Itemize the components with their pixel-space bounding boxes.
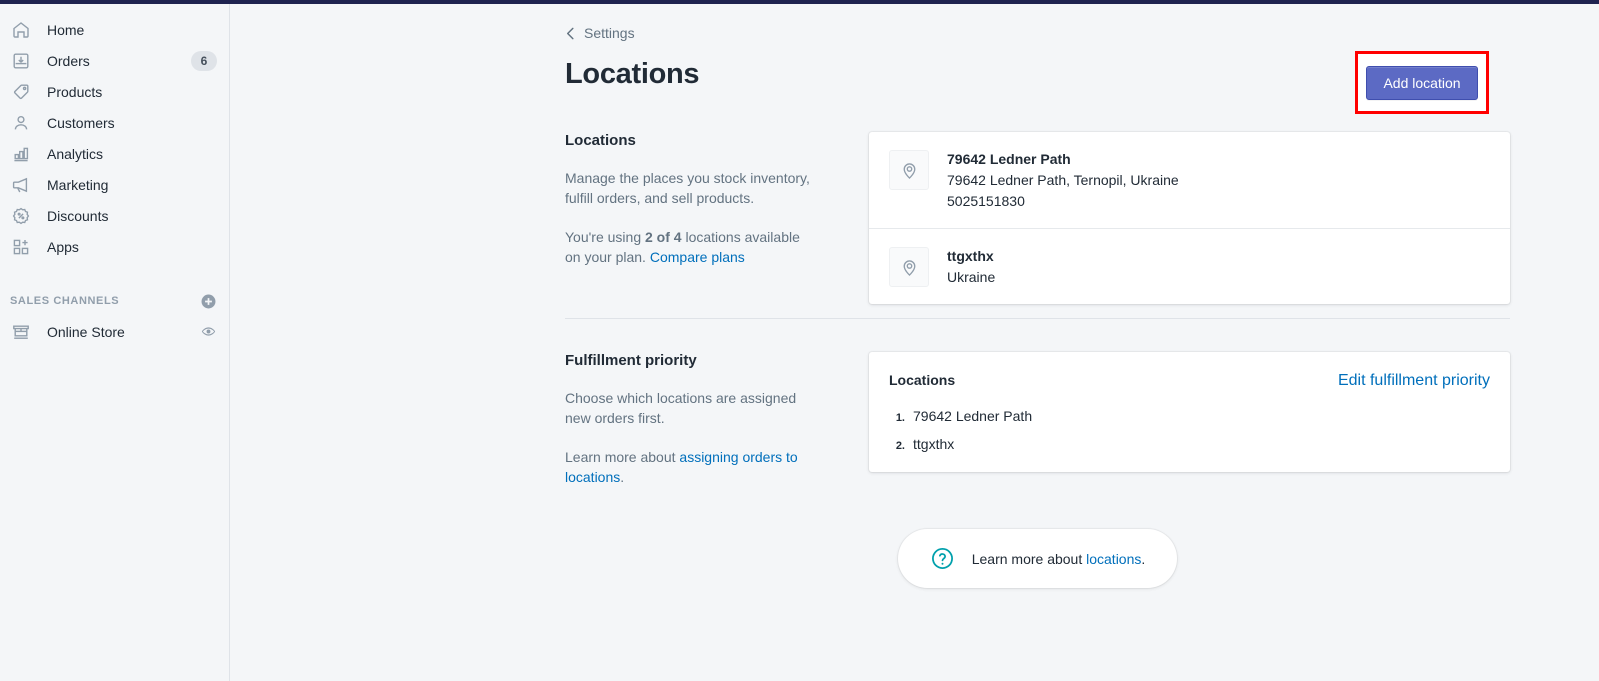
fulfillment-learn-more: Learn more about assigning orders to loc… xyxy=(565,447,813,488)
location-address: 79642 Ledner Path, Ternopil, Ukraine xyxy=(947,172,1179,188)
main-content: Settings Locations Add location Location… xyxy=(231,4,1599,681)
fulfillment-description: Choose which locations are assigned new … xyxy=(565,390,797,427)
fulfillment-card-header: Locations Edit fulfillment priority xyxy=(889,372,1490,390)
locations-section-description: Locations Manage the places you stock in… xyxy=(565,132,835,304)
fulfillment-heading: Fulfillment priority xyxy=(565,352,697,369)
sidebar-item-discounts[interactable]: Discounts xyxy=(0,200,229,231)
plus-circle-icon[interactable] xyxy=(200,293,217,310)
add-location-highlight: Add location xyxy=(1355,51,1489,114)
learn-suffix: . xyxy=(620,468,625,485)
locations-help-link[interactable]: locations xyxy=(1086,551,1141,567)
chevron-left-icon xyxy=(565,27,576,40)
sidebar: Home Orders 6 Products Customers Analyti… xyxy=(0,4,230,681)
sidebar-item-customers[interactable]: Customers xyxy=(0,107,229,138)
location-name: 79642 Ledner Path xyxy=(947,151,1071,167)
analytics-bar-icon xyxy=(10,143,32,165)
priority-location-name: 79642 Ledner Path xyxy=(913,408,1033,424)
priority-number: 2. xyxy=(895,440,905,452)
help-text: Learn more about locations. xyxy=(972,551,1146,567)
sidebar-item-label: Online Store xyxy=(47,323,125,340)
sidebar-item-label: Home xyxy=(47,21,85,38)
fulfillment-priority-section: Fulfillment priority Choose which locati… xyxy=(565,352,1510,487)
discounts-percent-icon xyxy=(10,205,32,227)
sidebar-item-marketing[interactable]: Marketing xyxy=(0,169,229,200)
list-item: 2. ttgxthx xyxy=(889,436,1490,452)
sidebar-item-label: Apps xyxy=(47,238,79,255)
storefront-icon xyxy=(10,321,32,343)
help-text-prefix: Learn more about xyxy=(971,550,1087,567)
sidebar-item-analytics[interactable]: Analytics xyxy=(0,138,229,169)
sidebar-item-apps[interactable]: Apps xyxy=(0,231,229,262)
sidebar-item-label: Marketing xyxy=(47,176,109,193)
app-root: Home Orders 6 Products Customers Analyti… xyxy=(0,0,1599,681)
apps-grid-plus-icon xyxy=(10,236,32,258)
section-divider xyxy=(565,318,1510,319)
sales-channels-title: SALES CHANNELS xyxy=(10,295,120,307)
breadcrumb-label: Settings xyxy=(584,25,635,41)
sales-channels-header: SALES CHANNELS xyxy=(0,286,229,316)
sidebar-item-home[interactable]: Home xyxy=(0,14,229,45)
list-item: 1. 79642 Ledner Path xyxy=(889,408,1490,424)
map-pin-icon xyxy=(889,247,929,287)
location-phone: 5025151830 xyxy=(947,193,1025,209)
sidebar-item-label: Products xyxy=(47,83,103,100)
locations-section: Locations Manage the places you stock in… xyxy=(565,132,1510,304)
fulfillment-card: Locations Edit fulfillment priority 1. 7… xyxy=(869,352,1510,472)
priority-location-name: ttgxthx xyxy=(913,436,955,452)
edit-fulfillment-priority-link[interactable]: Edit fulfillment priority xyxy=(1338,372,1490,390)
location-row[interactable]: 79642 Ledner Path 79642 Ledner Path, Ter… xyxy=(869,132,1510,228)
location-address: Ukraine xyxy=(947,269,996,285)
orders-icon xyxy=(10,50,32,72)
location-name: ttgxthx xyxy=(947,248,994,264)
sidebar-item-online-store[interactable]: Online Store xyxy=(0,316,229,347)
locations-description: Manage the places you stock inventory, f… xyxy=(565,170,810,207)
learn-prefix: Learn more about xyxy=(565,448,680,465)
breadcrumb[interactable]: Settings xyxy=(565,26,635,40)
sidebar-item-label: Discounts xyxy=(47,207,109,224)
marketing-megaphone-icon xyxy=(10,174,32,196)
locations-heading: Locations xyxy=(565,132,636,149)
products-tag-icon xyxy=(10,81,32,103)
orders-count-badge: 6 xyxy=(191,50,217,71)
priority-number: 1. xyxy=(895,412,905,424)
usage-prefix: You're using xyxy=(565,228,645,245)
location-text: 79642 Ledner Path 79642 Ledner Path, Ter… xyxy=(947,148,1179,212)
usage-count: 2 of 4 xyxy=(645,228,682,245)
fulfillment-card-wrap: Locations Edit fulfillment priority 1. 7… xyxy=(869,352,1510,487)
map-pin-icon xyxy=(889,150,929,190)
compare-plans-link[interactable]: Compare plans xyxy=(650,249,745,265)
sidebar-item-label: Customers xyxy=(47,114,115,131)
customers-icon xyxy=(10,112,32,134)
fulfillment-card-title: Locations xyxy=(889,372,956,388)
location-row[interactable]: ttgxthx Ukraine xyxy=(869,228,1510,304)
locations-card: 79642 Ledner Path 79642 Ledner Path, Ter… xyxy=(869,132,1510,304)
help-card: Learn more about locations. xyxy=(897,529,1178,588)
sidebar-item-label: Analytics xyxy=(47,145,104,162)
eye-icon[interactable] xyxy=(200,323,217,340)
locations-card-wrap: 79642 Ledner Path 79642 Ledner Path, Ter… xyxy=(869,132,1510,304)
help-footer: Learn more about locations. xyxy=(565,529,1510,588)
help-text-suffix: . xyxy=(1141,550,1146,567)
home-icon xyxy=(10,19,32,41)
sidebar-item-products[interactable]: Products xyxy=(0,76,229,107)
question-circle-icon xyxy=(930,546,955,571)
locations-usage: You're using 2 of 4 locations available … xyxy=(565,227,813,268)
sidebar-item-label: Orders xyxy=(47,52,90,69)
fulfillment-section-description: Fulfillment priority Choose which locati… xyxy=(565,352,835,487)
fulfillment-priority-list: 1. 79642 Ledner Path 2. ttgxthx xyxy=(889,408,1490,452)
location-text: ttgxthx Ukraine xyxy=(947,245,995,288)
add-location-button[interactable]: Add location xyxy=(1366,65,1478,100)
sidebar-item-orders[interactable]: Orders 6 xyxy=(0,45,229,76)
